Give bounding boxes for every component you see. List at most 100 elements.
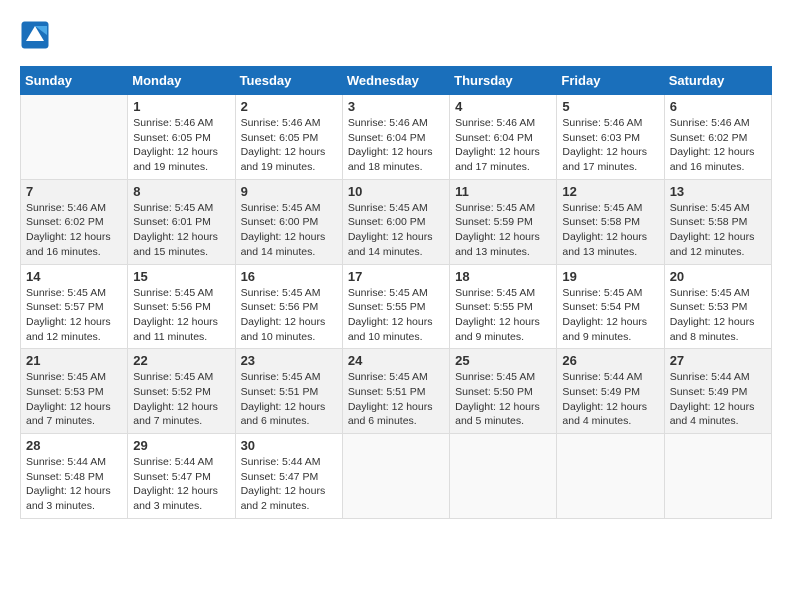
day-number: 27: [670, 353, 766, 368]
calendar-cell: 13 Sunrise: 5:45 AM Sunset: 5:58 PM Dayli…: [664, 179, 771, 264]
day-number: 18: [455, 269, 551, 284]
day-info: Sunrise: 5:45 AM Sunset: 6:00 PM Dayligh…: [241, 201, 337, 260]
calendar-cell: 16 Sunrise: 5:45 AM Sunset: 5:56 PM Dayli…: [235, 264, 342, 349]
day-info: Sunrise: 5:45 AM Sunset: 5:50 PM Dayligh…: [455, 370, 551, 429]
day-info: Sunrise: 5:46 AM Sunset: 6:04 PM Dayligh…: [455, 116, 551, 175]
calendar-header-row: SundayMondayTuesdayWednesdayThursdayFrid…: [21, 67, 772, 95]
day-info: Sunrise: 5:45 AM Sunset: 5:53 PM Dayligh…: [26, 370, 122, 429]
day-number: 19: [562, 269, 658, 284]
day-number: 5: [562, 99, 658, 114]
day-number: 30: [241, 438, 337, 453]
calendar-cell: 15 Sunrise: 5:45 AM Sunset: 5:56 PM Dayli…: [128, 264, 235, 349]
day-info: Sunrise: 5:45 AM Sunset: 6:01 PM Dayligh…: [133, 201, 229, 260]
calendar-cell: 26 Sunrise: 5:44 AM Sunset: 5:49 PM Dayli…: [557, 349, 664, 434]
calendar-cell: 5Sunrise: 5:46 AM Sunset: 6:03 PM Daylig…: [557, 95, 664, 180]
calendar-cell: 4 Sunrise: 5:46 AM Sunset: 6:04 PM Daylig…: [450, 95, 557, 180]
day-number: 12: [562, 184, 658, 199]
day-number: 28: [26, 438, 122, 453]
day-number: 3: [348, 99, 444, 114]
calendar-cell: 22Sunrise: 5:45 AM Sunset: 5:52 PM Dayli…: [128, 349, 235, 434]
day-info: Sunrise: 5:45 AM Sunset: 5:58 PM Dayligh…: [670, 201, 766, 260]
calendar-cell: 17 Sunrise: 5:45 AM Sunset: 5:55 PM Dayli…: [342, 264, 449, 349]
calendar-cell: [664, 434, 771, 519]
day-info: Sunrise: 5:45 AM Sunset: 5:51 PM Dayligh…: [348, 370, 444, 429]
calendar-cell: [450, 434, 557, 519]
day-number: 16: [241, 269, 337, 284]
day-info: Sunrise: 5:46 AM Sunset: 6:04 PM Dayligh…: [348, 116, 444, 175]
logo-icon: [20, 20, 50, 50]
calendar-cell: [21, 95, 128, 180]
day-number: 29: [133, 438, 229, 453]
logo: [20, 20, 54, 50]
day-info: Sunrise: 5:44 AM Sunset: 5:47 PM Dayligh…: [133, 455, 229, 514]
day-info: Sunrise: 5:45 AM Sunset: 5:56 PM Dayligh…: [241, 286, 337, 345]
day-number: 26: [562, 353, 658, 368]
day-info: Sunrise: 5:44 AM Sunset: 5:49 PM Dayligh…: [562, 370, 658, 429]
day-number: 2: [241, 99, 337, 114]
day-number: 25: [455, 353, 551, 368]
day-info: Sunrise: 5:45 AM Sunset: 5:59 PM Dayligh…: [455, 201, 551, 260]
calendar-cell: 20 Sunrise: 5:45 AM Sunset: 5:53 PM Dayli…: [664, 264, 771, 349]
day-number: 8: [133, 184, 229, 199]
day-info: Sunrise: 5:46 AM Sunset: 6:05 PM Dayligh…: [241, 116, 337, 175]
day-number: 10: [348, 184, 444, 199]
day-header-sunday: Sunday: [21, 67, 128, 95]
calendar-cell: 27 Sunrise: 5:44 AM Sunset: 5:49 PM Dayli…: [664, 349, 771, 434]
calendar-cell: 7Sunrise: 5:46 AM Sunset: 6:02 PM Daylig…: [21, 179, 128, 264]
day-number: 23: [241, 353, 337, 368]
day-number: 1: [133, 99, 229, 114]
calendar-cell: 6 Sunrise: 5:46 AM Sunset: 6:02 PM Daylig…: [664, 95, 771, 180]
calendar: SundayMondayTuesdayWednesdayThursdayFrid…: [20, 66, 772, 519]
calendar-week-row: 7Sunrise: 5:46 AM Sunset: 6:02 PM Daylig…: [21, 179, 772, 264]
calendar-cell: 21 Sunrise: 5:45 AM Sunset: 5:53 PM Dayli…: [21, 349, 128, 434]
day-number: 9: [241, 184, 337, 199]
day-header-monday: Monday: [128, 67, 235, 95]
day-info: Sunrise: 5:45 AM Sunset: 5:52 PM Dayligh…: [133, 370, 229, 429]
calendar-week-row: 14 Sunrise: 5:45 AM Sunset: 5:57 PM Dayli…: [21, 264, 772, 349]
day-number: 20: [670, 269, 766, 284]
calendar-cell: 19 Sunrise: 5:45 AM Sunset: 5:54 PM Dayli…: [557, 264, 664, 349]
calendar-cell: 2 Sunrise: 5:46 AM Sunset: 6:05 PM Daylig…: [235, 95, 342, 180]
day-info: Sunrise: 5:45 AM Sunset: 5:51 PM Dayligh…: [241, 370, 337, 429]
calendar-cell: 14 Sunrise: 5:45 AM Sunset: 5:57 PM Dayli…: [21, 264, 128, 349]
day-number: 13: [670, 184, 766, 199]
day-info: Sunrise: 5:46 AM Sunset: 6:02 PM Dayligh…: [670, 116, 766, 175]
day-header-saturday: Saturday: [664, 67, 771, 95]
calendar-cell: 12 Sunrise: 5:45 AM Sunset: 5:58 PM Dayli…: [557, 179, 664, 264]
calendar-cell: 24 Sunrise: 5:45 AM Sunset: 5:51 PM Dayli…: [342, 349, 449, 434]
day-info: Sunrise: 5:45 AM Sunset: 5:55 PM Dayligh…: [348, 286, 444, 345]
calendar-cell: 29 Sunrise: 5:44 AM Sunset: 5:47 PM Dayli…: [128, 434, 235, 519]
day-number: 4: [455, 99, 551, 114]
day-info: Sunrise: 5:45 AM Sunset: 5:54 PM Dayligh…: [562, 286, 658, 345]
day-info: Sunrise: 5:45 AM Sunset: 5:53 PM Dayligh…: [670, 286, 766, 345]
calendar-cell: 30Sunrise: 5:44 AM Sunset: 5:47 PM Dayli…: [235, 434, 342, 519]
day-header-thursday: Thursday: [450, 67, 557, 95]
day-info: Sunrise: 5:45 AM Sunset: 5:58 PM Dayligh…: [562, 201, 658, 260]
day-number: 17: [348, 269, 444, 284]
day-number: 11: [455, 184, 551, 199]
day-info: Sunrise: 5:44 AM Sunset: 5:48 PM Dayligh…: [26, 455, 122, 514]
day-info: Sunrise: 5:44 AM Sunset: 5:49 PM Dayligh…: [670, 370, 766, 429]
day-info: Sunrise: 5:45 AM Sunset: 5:55 PM Dayligh…: [455, 286, 551, 345]
day-number: 21: [26, 353, 122, 368]
day-number: 14: [26, 269, 122, 284]
calendar-cell: 9 Sunrise: 5:45 AM Sunset: 6:00 PM Daylig…: [235, 179, 342, 264]
calendar-cell: 3 Sunrise: 5:46 AM Sunset: 6:04 PM Daylig…: [342, 95, 449, 180]
day-info: Sunrise: 5:45 AM Sunset: 5:56 PM Dayligh…: [133, 286, 229, 345]
calendar-week-row: 1 Sunrise: 5:46 AM Sunset: 6:05 PM Daylig…: [21, 95, 772, 180]
calendar-cell: 10 Sunrise: 5:45 AM Sunset: 6:00 PM Dayli…: [342, 179, 449, 264]
calendar-cell: 23 Sunrise: 5:45 AM Sunset: 5:51 PM Dayli…: [235, 349, 342, 434]
day-header-wednesday: Wednesday: [342, 67, 449, 95]
calendar-week-row: 21 Sunrise: 5:45 AM Sunset: 5:53 PM Dayli…: [21, 349, 772, 434]
calendar-week-row: 28 Sunrise: 5:44 AM Sunset: 5:48 PM Dayli…: [21, 434, 772, 519]
day-header-tuesday: Tuesday: [235, 67, 342, 95]
calendar-cell: 18 Sunrise: 5:45 AM Sunset: 5:55 PM Dayli…: [450, 264, 557, 349]
day-info: Sunrise: 5:45 AM Sunset: 5:57 PM Dayligh…: [26, 286, 122, 345]
calendar-cell: 25 Sunrise: 5:45 AM Sunset: 5:50 PM Dayli…: [450, 349, 557, 434]
day-number: 6: [670, 99, 766, 114]
day-number: 15: [133, 269, 229, 284]
day-info: Sunrise: 5:46 AM Sunset: 6:02 PM Dayligh…: [26, 201, 122, 260]
day-info: Sunrise: 5:45 AM Sunset: 6:00 PM Dayligh…: [348, 201, 444, 260]
header: [20, 20, 772, 50]
day-number: 24: [348, 353, 444, 368]
